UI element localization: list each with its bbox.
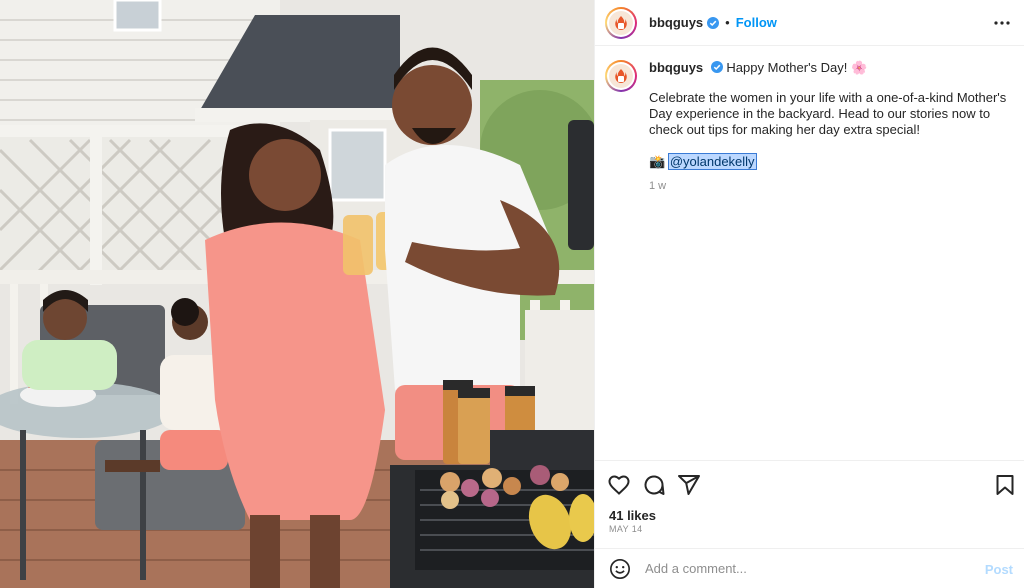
post-comment-button[interactable]: Post: [985, 562, 1013, 577]
post-photo[interactable]: [0, 0, 594, 588]
caption-body: bbqguys Happy Mother's Day! 🌸 Celebrate …: [649, 60, 1009, 194]
caption-title: Happy Mother's Day! 🌸: [726, 60, 868, 75]
avatar[interactable]: [605, 6, 637, 39]
caption-title-line: bbqguys Happy Mother's Day! 🌸: [649, 60, 1009, 76]
share-icon[interactable]: [677, 473, 701, 497]
comment-bar: Post: [595, 548, 1024, 588]
post-caption: bbqguys Happy Mother's Day! 🌸 Celebrate …: [605, 60, 1015, 194]
header-username[interactable]: bbqguys: [649, 15, 703, 30]
photo-credit: 📸 @yolandekelly: [649, 153, 1009, 170]
bookmark-icon[interactable]: [993, 473, 1017, 497]
separator-dot: •: [725, 15, 730, 30]
bbqguys-logo-icon: [609, 10, 633, 35]
caption-username[interactable]: bbqguys: [649, 60, 703, 75]
post-header: bbqguys • Follow: [595, 0, 1024, 46]
action-bar: [595, 460, 1024, 506]
camera-icon: 📸: [649, 154, 666, 169]
follow-button[interactable]: Follow: [736, 15, 777, 30]
more-icon[interactable]: [993, 14, 1011, 32]
comment-icon[interactable]: [642, 473, 666, 497]
likes-count[interactable]: 41 likes: [609, 508, 656, 523]
post-detail-panel: bbqguys • Follow bbqguys Happy Mother's …: [594, 0, 1024, 588]
heart-icon[interactable]: [607, 473, 631, 497]
photo-illustration: [0, 0, 594, 588]
verified-badge-icon: [710, 61, 723, 73]
time-ago[interactable]: 1 w: [649, 178, 1009, 194]
caption-text: Celebrate the women in your life with a …: [649, 90, 1007, 137]
mention-link[interactable]: @yolandekelly: [667, 153, 757, 170]
verified-badge-icon: [707, 16, 720, 29]
comment-input[interactable]: [645, 561, 965, 576]
emoji-icon[interactable]: [609, 558, 631, 580]
post-date: MAY 14: [609, 524, 643, 534]
caption-avatar[interactable]: [605, 60, 637, 92]
bbqguys-logo-icon: [609, 64, 633, 88]
